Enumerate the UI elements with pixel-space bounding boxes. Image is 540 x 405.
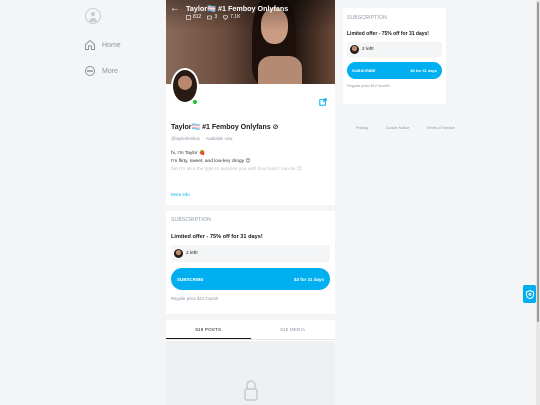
home-icon	[85, 39, 95, 50]
mini-avatar	[350, 45, 359, 54]
cover-header: ← Taylor🏳️‍⚧️ #1 Femboy Onlyfans 812 3 7…	[170, 4, 289, 21]
nav-item-label: Home	[102, 41, 121, 49]
profile-bio: hi, I'm Taylor 🍓 I'm flirty, sweet, and …	[171, 150, 333, 174]
user-avatar-icon[interactable]	[85, 8, 101, 24]
share-icon	[318, 97, 327, 106]
subscribe-button[interactable]: SUBSCRIBE $3 for 31 days	[171, 268, 330, 290]
cover-stats: 812 3 7.1K	[186, 14, 288, 20]
footer-links: Privacy · Cookie Notice · Terms of Servi…	[356, 126, 455, 130]
profile-main: ← Taylor🏳️‍⚧️ #1 Femboy Onlyfans 812 3 7…	[166, 0, 335, 405]
offer-remaining: 2 left!	[347, 42, 442, 57]
offer-left-text: 2 left!	[362, 47, 374, 52]
back-arrow-icon[interactable]: ←	[170, 4, 180, 20]
subscribe-price: $3 for 31 days	[410, 68, 437, 73]
media-icon	[207, 15, 213, 19]
bio-line: but I'm also the type to surprise you wi…	[171, 167, 302, 172]
subscribe-label: SUBSCRIBE	[177, 276, 204, 282]
shield-icon	[525, 289, 534, 299]
subscribe-button[interactable]: SUBSCRIBE $3 for 31 days	[347, 62, 442, 79]
offer-text: Limited offer - 75% off for 31 days!	[347, 31, 429, 37]
nav-item-more[interactable]: More	[84, 64, 154, 78]
likes-count: 7.1K	[230, 14, 241, 20]
scrollbar-track[interactable]	[536, 0, 540, 405]
nav-item-label: More	[102, 67, 118, 75]
footer-link-privacy[interactable]: Privacy	[356, 126, 368, 130]
footer-link-cookie[interactable]: Cookie Notice	[386, 126, 410, 130]
profile-handle-line: @taylorfemboy · Available now	[171, 136, 233, 141]
safety-shield-button[interactable]	[523, 285, 536, 303]
profile-handle: @taylorfemboy	[171, 136, 200, 141]
posts-icon	[186, 14, 191, 20]
tab-posts[interactable]: 819 POSTS	[166, 320, 251, 339]
subscription-label: SUBSCRIPTION	[171, 217, 211, 223]
offer-remaining: 2 left!	[171, 245, 330, 262]
content-tabs: 819 POSTS 815 MEDIA	[166, 320, 335, 340]
online-status-dot	[192, 99, 198, 105]
availability-status: Available now	[205, 136, 233, 141]
more-info-link[interactable]: More info	[171, 192, 190, 197]
tab-media[interactable]: 815 MEDIA	[251, 320, 336, 339]
sidebar-subscription-card: SUBSCRIPTION Limited offer - 75% off for…	[343, 8, 446, 104]
offer-text: Limited offer - 75% off for 31 days!	[171, 234, 263, 240]
locked-content-area	[166, 341, 335, 405]
media-count: 3	[214, 14, 218, 20]
left-nav: Home More	[84, 8, 154, 78]
bio-line: hi, I'm Taylor 🍓	[171, 151, 205, 156]
subscription-label: SUBSCRIPTION	[347, 15, 387, 21]
offer-left-text: 2 left!	[186, 251, 198, 256]
nav-item-home[interactable]: Home	[84, 38, 154, 52]
lock-icon	[244, 380, 258, 401]
verified-icon: ⊘	[272, 124, 279, 131]
regular-price: Regular price $12 /month	[347, 84, 390, 88]
bio-line: I'm flirty, sweet, and low-key clingy 😊	[171, 159, 251, 164]
subscription-card: SUBSCRIPTION Limited offer - 75% off for…	[166, 211, 335, 314]
regular-price: Regular price $12 /month	[171, 296, 219, 301]
subscribe-label: SUBSCRIBE	[352, 68, 376, 73]
share-button[interactable]	[316, 95, 329, 108]
scrollbar-thumb[interactable]	[537, 2, 539, 322]
profile-name: Taylor🏳️‍⚧️ #1 Femboy Onlyfans ⊘	[171, 124, 279, 131]
footer-link-terms[interactable]: Terms of Service	[427, 126, 455, 130]
cover-title: Taylor🏳️‍⚧️ #1 Femboy Onlyfans	[186, 4, 289, 13]
more-icon	[85, 66, 95, 76]
posts-count: 812	[193, 14, 202, 20]
heart-icon	[223, 14, 229, 20]
subscribe-price: $3 for 31 days	[293, 276, 324, 282]
mini-avatar	[174, 249, 183, 258]
